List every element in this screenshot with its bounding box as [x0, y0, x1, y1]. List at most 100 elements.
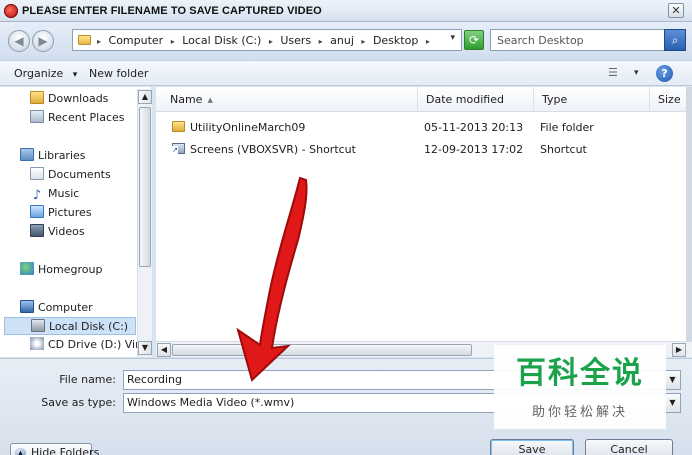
chevron-down-icon: ▾	[72, 70, 78, 80]
search-input[interactable]: Search Desktop ⌕	[490, 29, 686, 51]
nav-item-label: Homegroup	[38, 263, 103, 276]
nav-item-local-disk[interactable]: Local Disk (C:)	[4, 317, 136, 335]
nav-item-downloads[interactable]: Downloads	[30, 90, 108, 108]
nav-vertical-scrollbar[interactable]: ▲ ▼	[137, 89, 152, 357]
pictures-icon	[30, 205, 44, 218]
back-button[interactable]: ◀	[8, 30, 30, 52]
watermark: 百科全说 助你轻松解决	[494, 345, 666, 429]
column-header-name[interactable]: Name ▲	[162, 87, 418, 112]
file-type-cell: File folder	[540, 121, 594, 134]
breadcrumb-separator[interactable]: ▸	[171, 37, 175, 46]
address-dropdown-icon[interactable]: ▾	[450, 33, 455, 43]
app-icon	[4, 4, 18, 18]
nav-item-videos[interactable]: Videos	[30, 223, 85, 241]
scroll-down-button[interactable]: ▼	[138, 341, 152, 355]
window-edge	[686, 87, 692, 357]
folder-icon	[172, 121, 185, 132]
file-name: UtilityOnlineMarch09	[190, 121, 306, 134]
view-options-icon[interactable]: ☰	[608, 67, 624, 79]
view-dropdown-icon[interactable]: ▾	[634, 68, 639, 78]
watermark-subtitle: 助你轻松解决	[531, 405, 628, 420]
breadcrumb-separator[interactable]: ▸	[426, 37, 430, 46]
cancel-button[interactable]: Cancel	[585, 439, 673, 455]
title-bar: PLEASE ENTER FILENAME TO SAVE CAPTURED V…	[0, 0, 692, 22]
file-type-cell: Shortcut	[540, 143, 587, 156]
computer-icon	[20, 300, 34, 313]
shortcut-icon	[172, 143, 185, 154]
scroll-thumb[interactable]	[172, 344, 472, 356]
nav-item-label: Local Disk (C:)	[49, 320, 129, 333]
scroll-right-button[interactable]: ▶	[672, 343, 686, 357]
search-placeholder: Search Desktop	[497, 34, 584, 47]
nav-item-label: Computer	[38, 301, 93, 314]
hide-folders-label: Hide Folders	[31, 446, 100, 455]
window-title: PLEASE ENTER FILENAME TO SAVE CAPTURED V…	[22, 5, 322, 17]
breadcrumb-separator[interactable]: ▸	[97, 37, 101, 46]
nav-item-recent-places[interactable]: Recent Places	[30, 109, 125, 127]
search-icon[interactable]: ⌕	[664, 29, 686, 51]
address-bar[interactable]: ▸ Computer ▸ Local Disk (C:) ▸ Users ▸ a…	[72, 29, 462, 51]
nav-item-homegroup[interactable]: Homegroup	[20, 261, 102, 279]
breadcrumb-item-computer[interactable]: Computer	[109, 34, 164, 47]
watermark-title: 百科全说	[516, 356, 644, 391]
nav-item-label: Documents	[48, 168, 111, 181]
nav-item-computer[interactable]: Computer	[20, 299, 93, 317]
column-header-type[interactable]: Type	[534, 87, 650, 112]
hide-folders-button[interactable]: ▲ Hide Folders	[10, 443, 99, 455]
videos-icon	[30, 224, 44, 237]
downloads-folder-icon	[30, 91, 44, 104]
file-name-cell: Screens (VBOXSVR) - Shortcut	[172, 139, 356, 161]
column-header-date-modified[interactable]: Date modified	[418, 87, 534, 112]
organize-menu[interactable]: Organize ▾	[14, 67, 77, 80]
recent-places-icon	[30, 110, 44, 123]
homegroup-icon	[20, 262, 34, 275]
refresh-button[interactable]: ⟳	[464, 30, 484, 50]
save-as-type-label: Save as type:	[41, 396, 116, 409]
navigation-pane: Downloads Recent Places Libraries Docume…	[0, 87, 152, 357]
column-headers: Name ▲ Date modified Type Size	[156, 87, 692, 112]
breadcrumb-separator[interactable]: ▸	[361, 37, 365, 46]
file-date-cell: 05-11-2013 20:13	[424, 121, 524, 134]
breadcrumb-separator[interactable]: ▸	[319, 37, 323, 46]
breadcrumb-item-local-disk[interactable]: Local Disk (C:)	[182, 34, 261, 47]
file-name-label: File name:	[59, 373, 116, 386]
file-row[interactable]: UtilityOnlineMarch09 05-11-2013 20:13 Fi…	[156, 117, 692, 139]
nav-item-libraries[interactable]: Libraries	[20, 147, 86, 165]
scroll-thumb[interactable]	[139, 107, 151, 267]
breadcrumb-item-anuj[interactable]: anuj	[330, 34, 354, 47]
documents-icon	[30, 167, 44, 180]
libraries-icon	[20, 148, 34, 161]
help-icon[interactable]: ?	[656, 65, 673, 82]
nav-item-cd-drive[interactable]: CD Drive (D:) VirtualBox	[30, 336, 151, 354]
sort-ascending-icon: ▲	[207, 96, 213, 104]
breadcrumb-item-users[interactable]: Users	[280, 34, 311, 47]
nav-item-label: Recent Places	[48, 111, 125, 124]
breadcrumb-item-desktop[interactable]: Desktop	[373, 34, 418, 47]
nav-item-music[interactable]: ♪ Music	[30, 185, 79, 203]
organize-label: Organize	[14, 67, 64, 80]
folder-icon	[78, 35, 91, 45]
save-button[interactable]: Save	[490, 439, 574, 455]
file-name-value: Recording	[127, 373, 183, 386]
nav-item-label: Downloads	[48, 92, 109, 105]
forward-button[interactable]: ▶	[32, 30, 54, 52]
breadcrumb-separator[interactable]: ▸	[269, 37, 273, 46]
close-button[interactable]: ✕	[668, 3, 684, 18]
collapse-icon: ▲	[15, 448, 26, 455]
column-header-label: Name	[170, 93, 203, 106]
file-row[interactable]: Screens (VBOXSVR) - Shortcut 12-09-2013 …	[156, 139, 692, 161]
save-as-type-dropdown-icon[interactable]: ▼	[664, 394, 680, 412]
scroll-left-button[interactable]: ◀	[157, 343, 171, 357]
nav-item-documents[interactable]: Documents	[30, 166, 111, 184]
cd-drive-icon	[30, 337, 44, 350]
address-row: ◀ ▶ ▸ Computer ▸ Local Disk (C:) ▸ Users…	[0, 22, 692, 60]
scroll-up-button[interactable]: ▲	[138, 90, 152, 104]
file-date-cell: 12-09-2013 17:02	[424, 143, 524, 156]
nav-item-pictures[interactable]: Pictures	[30, 204, 92, 222]
nav-item-label: Music	[48, 187, 80, 200]
nav-item-label: Libraries	[38, 149, 86, 162]
new-folder-button[interactable]: New folder	[89, 67, 148, 80]
file-name: Screens (VBOXSVR) - Shortcut	[190, 143, 356, 156]
local-disk-icon	[31, 319, 45, 332]
file-name-dropdown-icon[interactable]: ▼	[664, 371, 680, 389]
